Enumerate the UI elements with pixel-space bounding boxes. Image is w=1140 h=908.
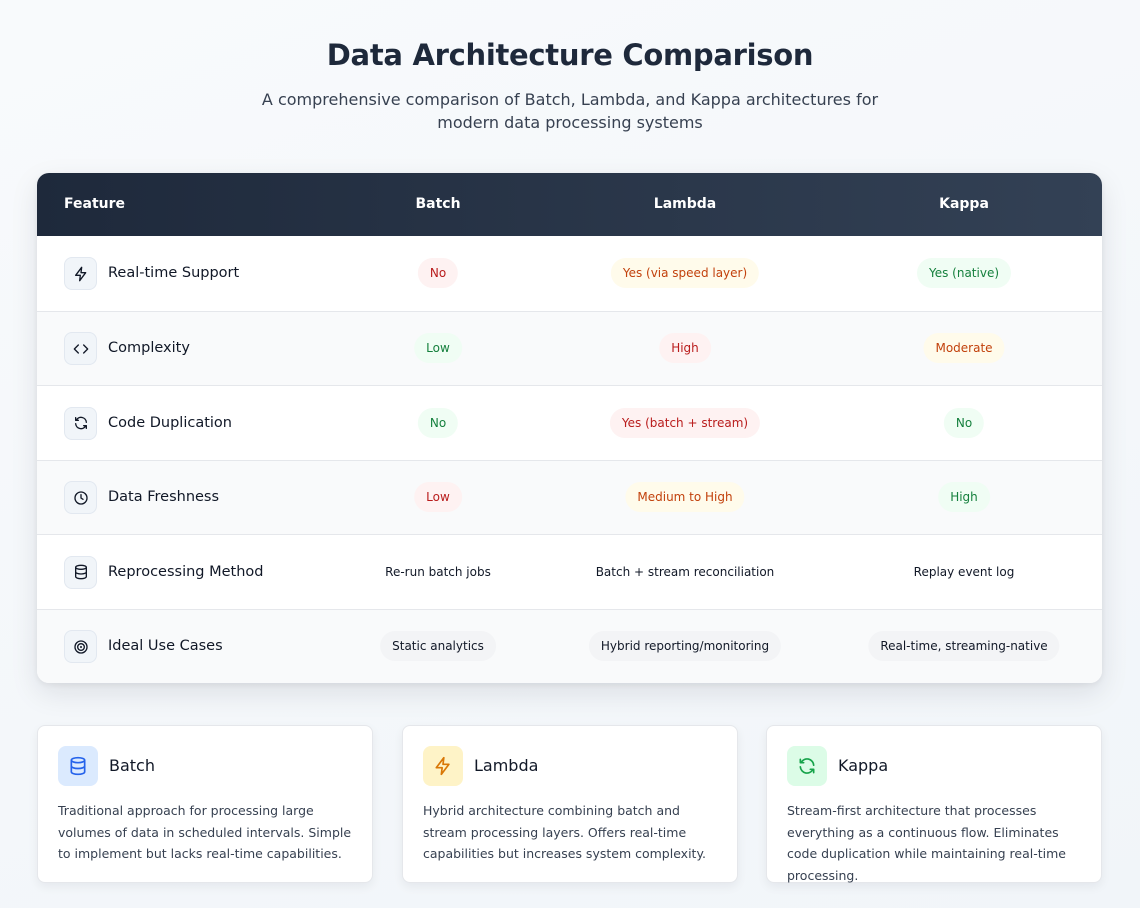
feature-label: Real-time Support xyxy=(108,265,240,282)
value-badge: Real-time, streaming-native xyxy=(868,631,1060,662)
table-body: Real-time Support No Yes (via speed layer)… xyxy=(37,236,1102,683)
architecture-card-batch: Batch Traditional approach for processing… xyxy=(37,725,373,883)
table-cell: Re-run batch jobs xyxy=(385,565,491,579)
cell-value: Re-run batch jobs xyxy=(385,564,491,579)
cell-value: Replay event log xyxy=(913,564,1015,579)
feature-label: Data Freshness xyxy=(108,489,220,506)
target-icon xyxy=(64,630,97,664)
code-icon xyxy=(64,332,97,366)
table-cell: No xyxy=(943,407,985,438)
value-badge: Medium to High xyxy=(625,482,745,513)
card-description: Stream-first architecture that processes… xyxy=(787,803,1066,883)
architecture-card-lambda: Lambda Hybrid architecture combining batc… xyxy=(402,725,738,883)
column-header-feature: Feature xyxy=(64,196,125,212)
column-header-batch: Batch xyxy=(415,196,461,212)
table-cell: High xyxy=(938,482,990,513)
value-badge: Yes (native) xyxy=(916,258,1012,289)
table-cell: Low xyxy=(414,333,462,364)
database-icon xyxy=(58,746,98,786)
table-cell: Medium to High xyxy=(625,482,745,513)
value-badge: No xyxy=(417,407,459,438)
value-badge: Static analytics xyxy=(380,631,496,662)
table-cell: Yes (via speed layer) xyxy=(610,258,760,289)
table-cell: High xyxy=(659,333,711,364)
value-badge: Low xyxy=(414,482,462,513)
clock-icon xyxy=(64,481,97,515)
bolt-icon xyxy=(64,257,97,291)
table-cell: No xyxy=(417,407,459,438)
card-description: Hybrid architecture combining batch and … xyxy=(423,803,707,861)
card-title: Batch xyxy=(109,756,155,775)
value-badge: No xyxy=(417,258,459,289)
table-header: Feature Batch Lambda Kappa xyxy=(37,173,1102,236)
cell-value: Batch + stream reconciliation xyxy=(595,564,775,579)
table-cell: Replay event log xyxy=(914,565,1015,579)
page-subtitle: A comprehensive comparison of Batch, Lam… xyxy=(261,90,879,132)
value-badge: Hybrid reporting/monitoring xyxy=(588,631,782,662)
value-badge: Low xyxy=(414,333,462,364)
table-cell: Batch + stream reconciliation xyxy=(596,565,775,579)
table-cell: Yes (native) xyxy=(916,258,1012,289)
feature-label: Reprocessing Method xyxy=(108,563,264,580)
feature-label: Code Duplication xyxy=(108,414,232,431)
bolt-icon xyxy=(423,746,463,786)
feature-label: Ideal Use Cases xyxy=(108,638,223,655)
architecture-card-kappa: Kappa Stream-first architecture that proc… xyxy=(766,725,1102,883)
value-badge: High xyxy=(659,333,711,364)
card-title: Lambda xyxy=(474,756,539,775)
table-row: Data Freshness Low Medium to High High xyxy=(37,459,1102,534)
architecture-cards: Batch Traditional approach for processing… xyxy=(37,725,1102,883)
column-header-kappa: Kappa xyxy=(939,196,989,212)
value-badge: High xyxy=(938,482,990,513)
value-badge: Moderate xyxy=(923,333,1005,364)
table-cell: Real-time, streaming-native xyxy=(868,631,1060,662)
value-badge: No xyxy=(943,407,985,438)
refresh-icon xyxy=(787,746,827,786)
table-cell: No xyxy=(417,258,459,289)
value-badge: Yes (via speed layer) xyxy=(610,258,760,289)
table-row: Complexity Low High Moderate xyxy=(37,310,1102,385)
table-cell: Moderate xyxy=(923,333,1005,364)
table-cell: Static analytics xyxy=(380,631,496,662)
card-description: Traditional approach for processing larg… xyxy=(58,803,352,861)
table-row: Ideal Use Cases Static analytics Hybrid re… xyxy=(37,608,1102,683)
comparison-table: Feature Batch Lambda Kappa Real-time Sup… xyxy=(37,173,1102,683)
value-badge: Yes (batch + stream) xyxy=(609,407,761,438)
table-row: Code Duplication No Yes (batch + stream) No xyxy=(37,385,1102,460)
table-cell: Yes (batch + stream) xyxy=(609,407,761,438)
table-row: Reprocessing Method Re-run batch jobs Batc… xyxy=(37,534,1102,609)
table-row: Real-time Support No Yes (via speed layer)… xyxy=(37,236,1102,311)
feature-label: Complexity xyxy=(108,340,190,357)
card-title: Kappa xyxy=(838,756,889,775)
table-cell: Hybrid reporting/monitoring xyxy=(588,631,782,662)
refresh-icon xyxy=(64,406,97,440)
page-title: Data Architecture Comparison xyxy=(326,38,814,72)
table-cell: Low xyxy=(414,482,462,513)
column-header-lambda: Lambda xyxy=(653,196,717,212)
database-icon xyxy=(64,555,97,589)
